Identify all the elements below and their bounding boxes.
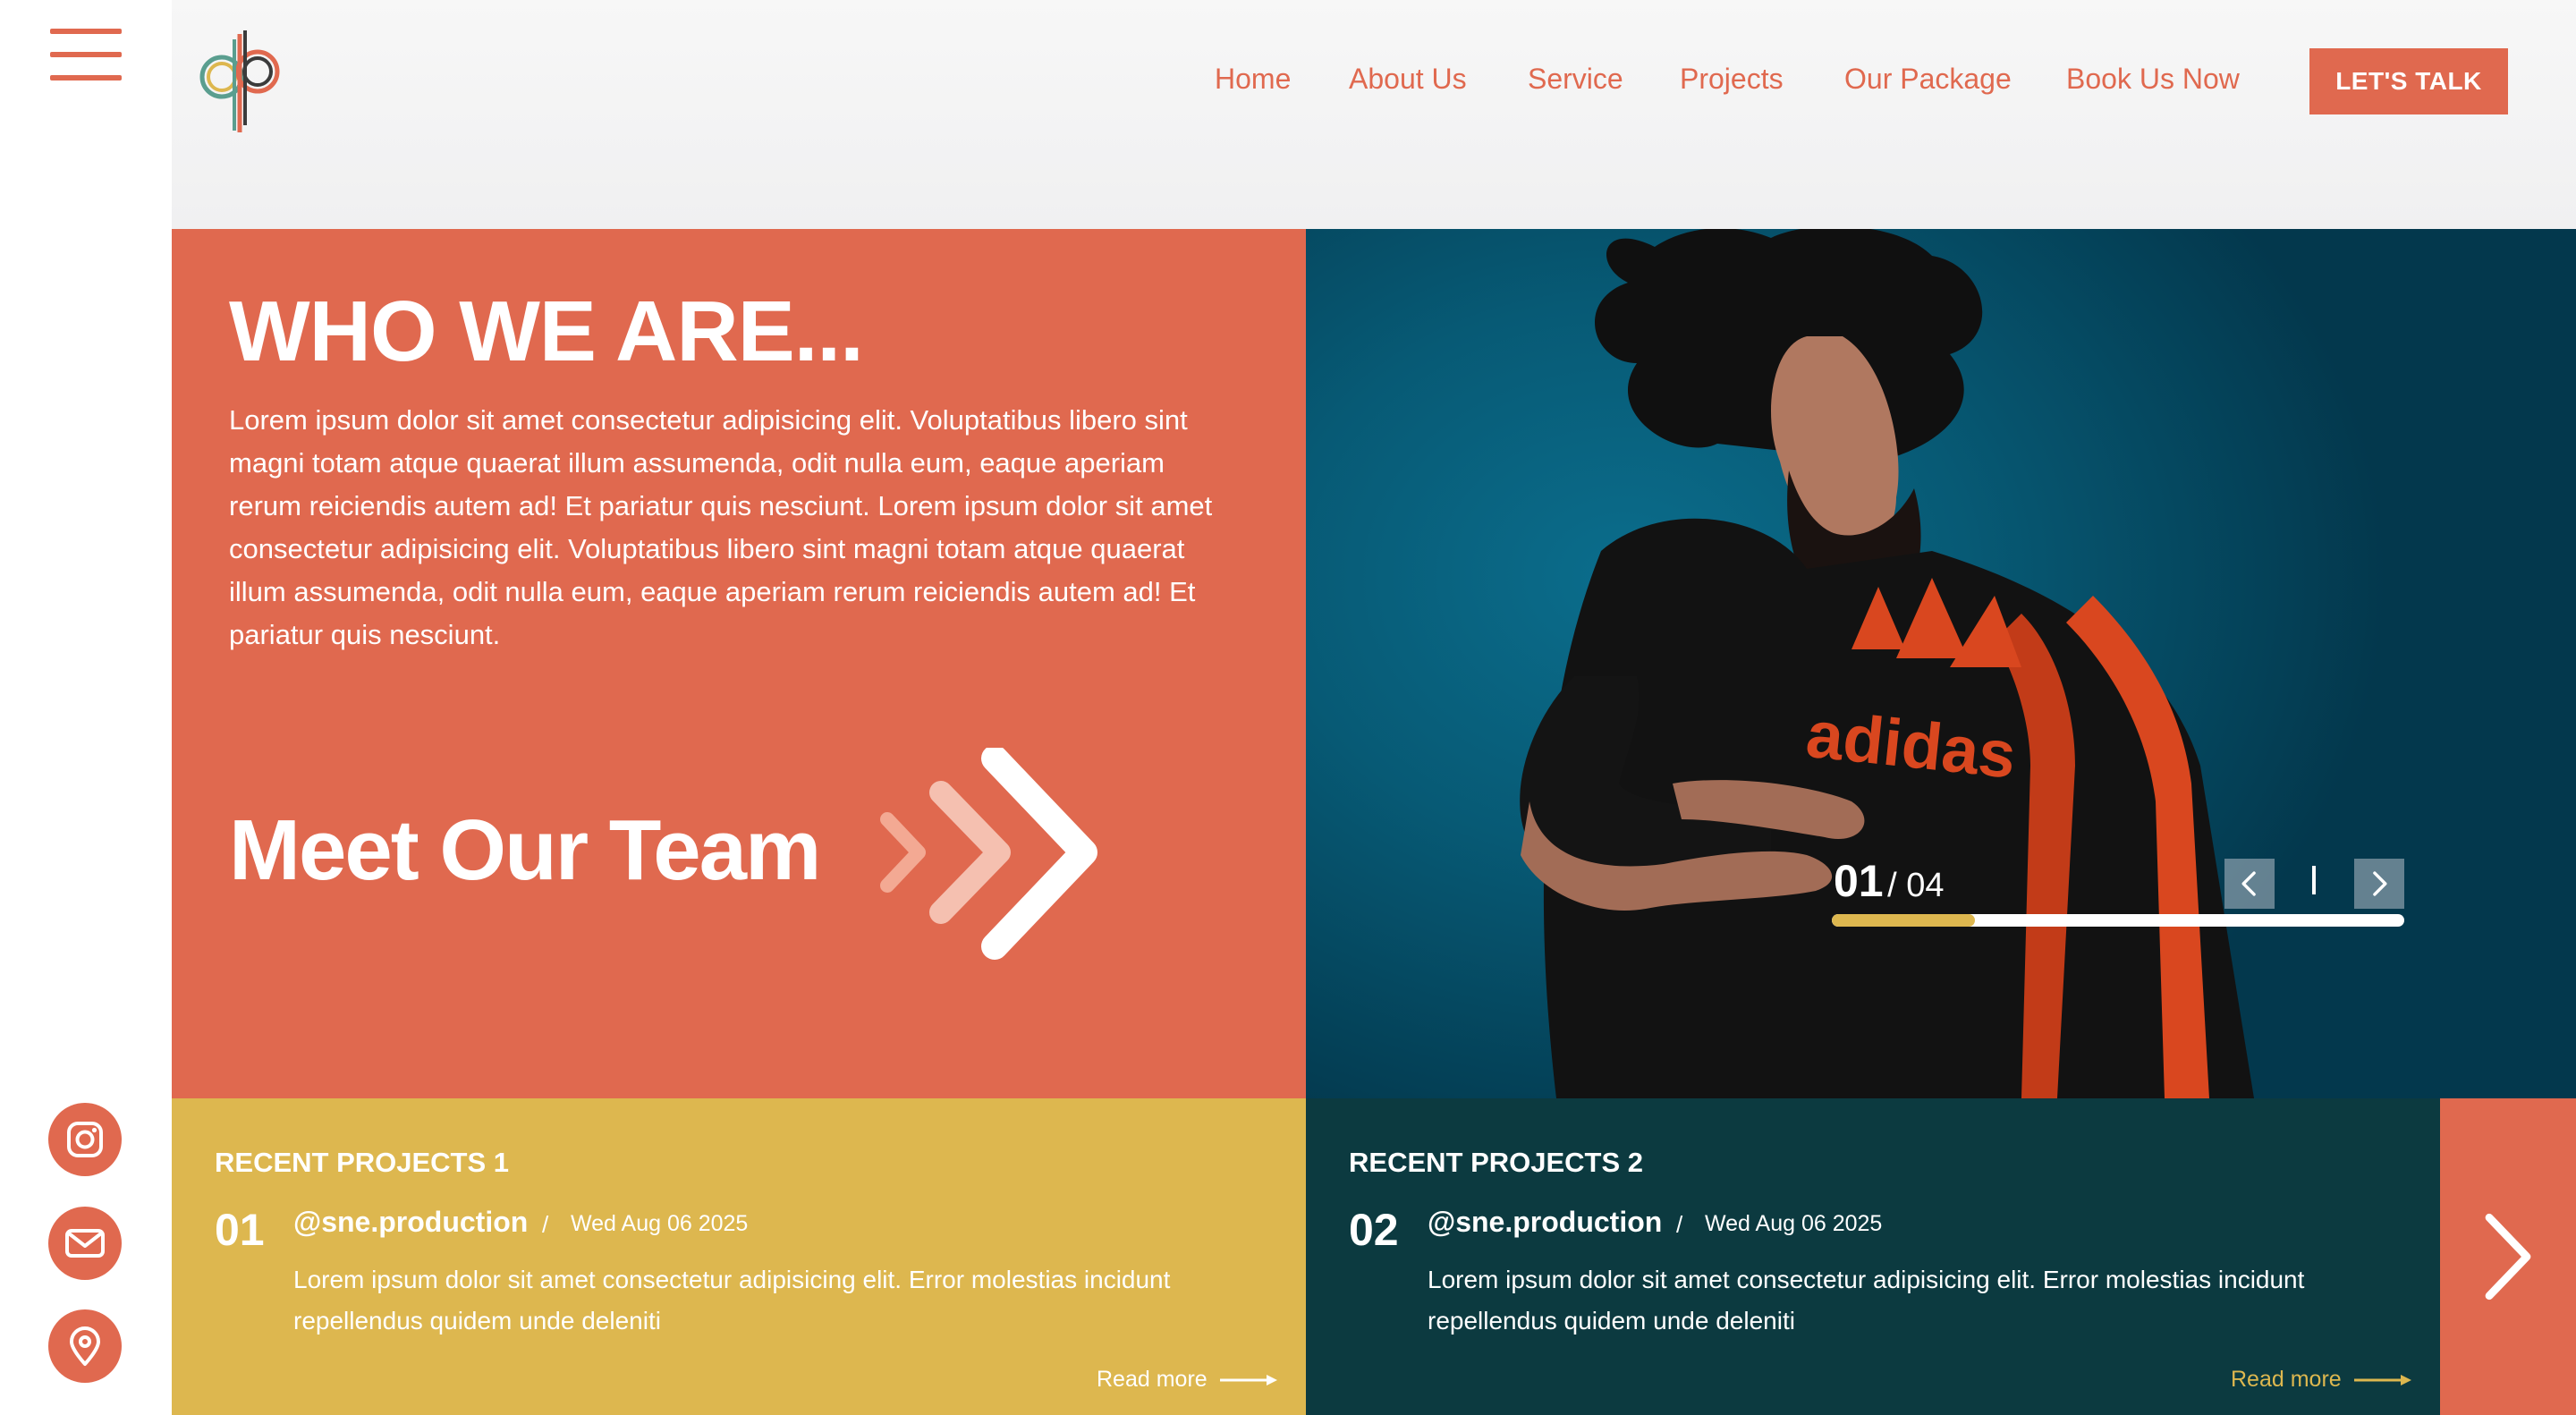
project-number: 02 xyxy=(1349,1205,1399,1255)
nav-about-us[interactable]: About Us xyxy=(1349,63,1467,96)
arrow-right-icon xyxy=(2353,1374,2411,1385)
project-heading: RECENT PROJECTS 1 xyxy=(215,1147,510,1178)
project-separator: / xyxy=(542,1211,549,1238)
chevron-left-icon[interactable] xyxy=(2224,859,2275,909)
slide-current: 01 xyxy=(1834,856,1884,906)
triple-chevron-icon[interactable] xyxy=(878,748,1111,962)
nav-home[interactable]: Home xyxy=(1215,63,1291,96)
lets-talk-button[interactable]: LET'S TALK xyxy=(2309,48,2508,114)
project-date: Wed Aug 06 2025 xyxy=(571,1211,749,1236)
brand-logo[interactable] xyxy=(193,25,292,140)
hero-slider: adidas 01 / 04 xyxy=(1306,229,2576,1098)
project-handle[interactable]: @sne.production xyxy=(1428,1206,1662,1239)
location-pin-icon[interactable] xyxy=(48,1309,122,1383)
read-more-label: Read more xyxy=(1097,1367,1208,1392)
read-more-link[interactable]: Read more xyxy=(1097,1367,1279,1393)
about-title: WHO WE ARE... xyxy=(229,284,864,379)
slide-progress-fill xyxy=(1832,914,1975,927)
about-section: WHO WE ARE... Lorem ipsum dolor sit amet… xyxy=(172,229,1306,1098)
slide-total: / 04 xyxy=(1887,867,1945,904)
arrow-right-icon xyxy=(1219,1374,1277,1385)
chevron-right-icon xyxy=(2485,1213,2531,1301)
read-more-link[interactable]: Read more xyxy=(2231,1367,2413,1393)
meet-our-team-link[interactable]: Meet Our Team xyxy=(229,801,821,900)
project-number: 01 xyxy=(215,1205,265,1255)
hamburger-icon[interactable] xyxy=(47,25,125,82)
project-heading: RECENT PROJECTS 2 xyxy=(1349,1147,1644,1178)
site-header: Home About Us Service Projects Our Packa… xyxy=(172,0,2576,229)
hero-photo: adidas xyxy=(1520,229,2254,1098)
slide-counter: 01 / 04 xyxy=(1834,855,1944,907)
project-handle[interactable]: @sne.production xyxy=(293,1206,528,1239)
read-more-label: Read more xyxy=(2231,1367,2342,1392)
chevron-right-icon[interactable] xyxy=(2354,859,2404,909)
mail-icon[interactable] xyxy=(48,1207,122,1280)
recent-project-card: RECENT PROJECTS 2 02 @sne.production / W… xyxy=(1306,1098,2440,1415)
instagram-icon[interactable] xyxy=(48,1103,122,1176)
nav-projects[interactable]: Projects xyxy=(1680,63,1784,96)
projects-next-button[interactable] xyxy=(2440,1098,2576,1415)
about-body: Lorem ipsum dolor sit amet consectetur a… xyxy=(229,404,1213,650)
recent-project-card: RECENT PROJECTS 1 01 @sne.production / W… xyxy=(172,1098,1306,1415)
project-text: Lorem ipsum dolor sit amet consectetur a… xyxy=(1428,1266,2305,1335)
project-separator: / xyxy=(1676,1211,1683,1238)
sidebar xyxy=(0,0,172,1415)
nav-book-us-now[interactable]: Book Us Now xyxy=(2066,63,2240,96)
slider-divider xyxy=(2312,866,2316,894)
slide-progress-bar xyxy=(1832,914,2404,927)
project-date: Wed Aug 06 2025 xyxy=(1705,1211,1883,1236)
project-text: Lorem ipsum dolor sit amet consectetur a… xyxy=(293,1266,1171,1335)
nav-our-package[interactable]: Our Package xyxy=(1844,63,2012,96)
nav-service[interactable]: Service xyxy=(1528,63,1623,96)
